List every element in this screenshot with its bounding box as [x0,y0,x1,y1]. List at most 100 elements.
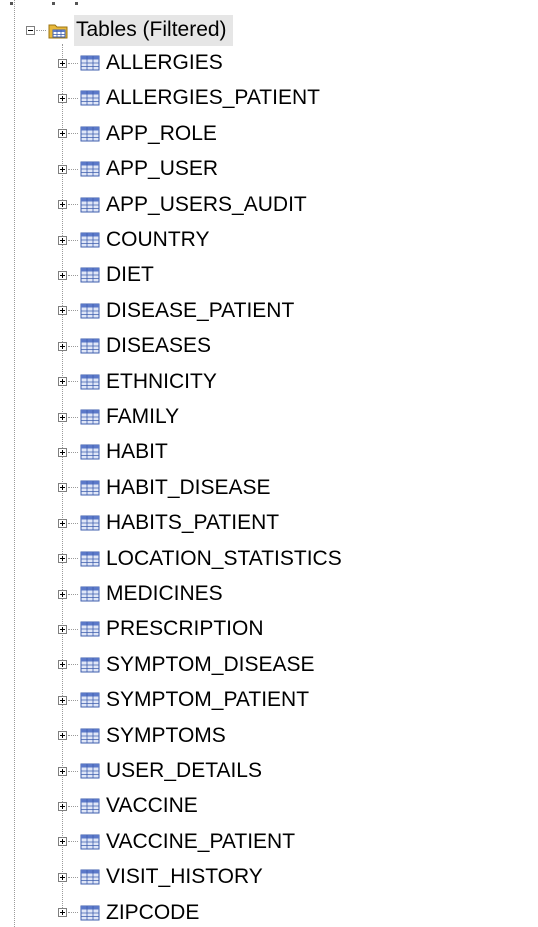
table-icon [80,197,100,213]
tree-connector [68,239,78,241]
tree-node-visit-history[interactable]: VISIT_HISTORY [58,860,263,894]
expand-toggle-icon[interactable] [58,235,67,245]
tree-node-app-user[interactable]: APP_USER [58,152,218,186]
tree-node-habit[interactable]: HABIT [58,435,168,469]
expand-toggle-icon[interactable] [58,58,67,68]
tree-connector [68,416,78,418]
tree-node-label[interactable]: APP_USERS_AUDIT [106,192,307,218]
table-icon [80,480,100,496]
tree-node-zipcode[interactable]: ZIPCODE [58,896,199,927]
tree-node-label[interactable]: SYMPTOMS [106,723,226,749]
tree-node-vaccine-patient[interactable]: VACCINE_PATIENT [58,825,295,859]
tree-node-app-role[interactable]: APP_ROLE [58,117,217,151]
tree-node-label[interactable]: HABIT_DISEASE [106,475,271,501]
tree-node-label[interactable]: FAMILY [106,404,179,430]
tree-node-symptoms[interactable]: SYMPTOMS [58,719,226,753]
tree-node-label[interactable]: DISEASE_PATIENT [106,298,294,324]
tree-node-label[interactable]: DIET [106,262,154,288]
expand-toggle-icon[interactable] [58,270,67,280]
tree-root-label[interactable]: Tables (Filtered) [74,14,233,46]
tree-node-habit-disease[interactable]: HABIT_DISEASE [58,471,271,505]
expand-toggle-icon[interactable] [58,200,67,210]
table-icon [80,126,100,142]
expand-toggle-icon[interactable] [58,306,67,316]
tree-node-vaccine[interactable]: VACCINE [58,789,198,823]
tree-node-label[interactable]: APP_USER [106,156,218,182]
expand-toggle-icon[interactable] [58,801,67,811]
tree-node-symptom-patient[interactable]: SYMPTOM_PATIENT [58,683,309,717]
table-icon [80,798,100,814]
expand-toggle-icon[interactable] [58,624,67,634]
tree-node-symptom-disease[interactable]: SYMPTOM_DISEASE [58,648,315,682]
expand-toggle-icon[interactable] [58,837,67,847]
tree-connector [68,770,78,772]
table-icon [80,515,100,531]
tree-node-label[interactable]: PRESCRIPTION [106,616,264,642]
tree-node-family[interactable]: FAMILY [58,400,179,434]
expand-toggle-icon[interactable] [58,164,67,174]
tree-node-habits-patient[interactable]: HABITS_PATIENT [58,506,279,540]
tree-node-ethnicity[interactable]: ETHNICITY [58,365,217,399]
tree-node-label[interactable]: VISIT_HISTORY [106,864,263,890]
tree-node-prescription[interactable]: PRESCRIPTION [58,612,264,646]
expand-toggle-icon[interactable] [58,518,67,528]
expand-toggle-icon[interactable] [58,589,67,599]
tree-node-allergies[interactable]: ALLERGIES [58,46,223,80]
expand-toggle-icon[interactable] [58,93,67,103]
tree-node-label[interactable]: HABITS_PATIENT [106,510,279,536]
tree-node-diseases[interactable]: DISEASES [58,329,211,363]
tree-connector [68,97,78,99]
tree-node-diet[interactable]: DIET [58,258,154,292]
tree-node-medicines[interactable]: MEDICINES [58,577,223,611]
tree-node-country[interactable]: COUNTRY [58,223,209,257]
expand-toggle-icon[interactable] [58,766,67,776]
expand-toggle-icon[interactable] [58,341,67,351]
tree-node-label[interactable]: APP_ROLE [106,121,217,147]
collapse-toggle-icon[interactable] [26,25,35,35]
expand-toggle-icon[interactable] [58,660,67,670]
expand-toggle-icon[interactable] [58,872,67,882]
folder-table-icon [48,24,68,38]
tree-node-label[interactable]: SYMPTOM_DISEASE [106,652,315,678]
table-icon [80,303,100,319]
expand-toggle-icon[interactable] [58,412,67,422]
tree-node-location-statistics[interactable]: LOCATION_STATISTICS [58,542,342,576]
expand-toggle-icon[interactable] [58,731,67,741]
expand-toggle-icon[interactable] [58,483,67,493]
tree-node-label[interactable]: ZIPCODE [106,900,199,926]
tree-node-label[interactable]: VACCINE [106,793,198,819]
table-icon [80,692,100,708]
tree-node-user-details[interactable]: USER_DETAILS [58,754,262,788]
table-tree: Tables (Filtered) ALLERGIES ALLERGIES_PAT… [0,0,538,927]
tree-node-label[interactable]: ALLERGIES [106,50,223,76]
tree-node-app-users-audit[interactable]: APP_USERS_AUDIT [58,188,307,222]
tree-node-label[interactable]: LOCATION_STATISTICS [106,546,342,572]
expand-toggle-icon[interactable] [58,695,67,705]
tree-connector [68,62,78,64]
tree-node-label[interactable]: ETHNICITY [106,369,217,395]
tree-node-label[interactable]: HABIT [106,439,168,465]
tree-node-label[interactable]: SYMPTOM_PATIENT [106,687,309,713]
tree-node-label[interactable]: VACCINE_PATIENT [106,829,295,855]
tree-node-label[interactable]: USER_DETAILS [106,758,262,784]
tree-node-label[interactable]: COUNTRY [106,227,209,253]
expand-toggle-icon[interactable] [58,447,67,457]
expand-toggle-icon[interactable] [58,377,67,387]
tree-node-label[interactable]: DISEASES [106,333,211,359]
tree-connector [68,912,78,914]
tree-node-label[interactable]: MEDICINES [106,581,223,607]
expand-toggle-icon[interactable] [58,908,67,918]
tree-connector [68,133,78,135]
table-icon [80,232,100,248]
tree-node-tables-filtered[interactable]: Tables (Filtered) [26,13,233,47]
table-icon [80,657,100,673]
expand-toggle-icon[interactable] [58,129,67,139]
expand-toggle-icon[interactable] [58,554,67,564]
tree-connector [68,628,78,630]
table-icon [80,338,100,354]
tree-node-disease-patient[interactable]: DISEASE_PATIENT [58,294,294,328]
table-icon [80,905,100,921]
table-icon [80,728,100,744]
tree-node-label[interactable]: ALLERGIES_PATIENT [106,85,320,111]
tree-node-allergies-patient[interactable]: ALLERGIES_PATIENT [58,81,320,115]
